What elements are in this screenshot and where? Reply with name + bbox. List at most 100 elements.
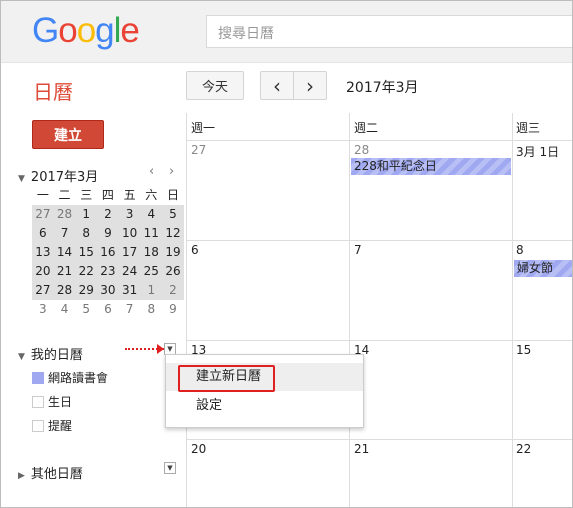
my-calendars-header[interactable]: ▼ 我的日曆 xyxy=(18,344,83,363)
day-header: 週二 xyxy=(354,121,379,135)
mini-day[interactable]: 25 xyxy=(140,262,162,281)
cell-date[interactable]: 15 xyxy=(516,343,531,357)
mini-day[interactable]: 29 xyxy=(75,281,97,300)
mini-week-row: 6 7 8 9 10 11 12 xyxy=(32,224,184,243)
expand-triangle-icon: ▶ xyxy=(18,471,25,481)
collapse-triangle-icon: ▼ xyxy=(18,352,25,362)
mini-day[interactable]: 1 xyxy=(75,205,97,224)
mini-day[interactable]: 2 xyxy=(97,205,119,224)
cell-date[interactable]: 7 xyxy=(354,243,362,257)
mini-weekday: 二 xyxy=(58,188,71,202)
event-chip[interactable]: 228和平紀念日 xyxy=(351,158,511,175)
mini-day[interactable]: 23 xyxy=(97,262,119,281)
calendar-item-label: 提醒 xyxy=(48,419,73,433)
mini-week-row: 27 28 1 2 3 4 5 xyxy=(32,205,184,224)
month-grid: 週一 週二 週三 27 28 3月 1日 228和平紀念日 6 7 8 婦女節 … xyxy=(186,113,572,507)
logo-letter: e xyxy=(120,11,139,50)
mini-next-button[interactable]: › xyxy=(169,164,174,179)
mini-calendar-month: 2017年3月 xyxy=(30,170,99,185)
mini-prev-button[interactable]: ‹ xyxy=(149,164,154,179)
cell-date[interactable]: 28 xyxy=(354,143,369,157)
calendar-item[interactable]: 網路讀書會 xyxy=(32,369,108,386)
mini-day[interactable]: 19 xyxy=(162,243,184,262)
grid-line xyxy=(186,340,572,341)
next-button[interactable]: › xyxy=(293,71,327,100)
mini-day[interactable]: 28 xyxy=(54,205,76,224)
mini-day[interactable]: 14 xyxy=(54,243,76,262)
mini-day[interactable]: 27 xyxy=(32,281,54,300)
mini-day[interactable]: 28 xyxy=(54,281,76,300)
day-header: 週三 xyxy=(516,121,541,135)
mini-day[interactable]: 24 xyxy=(119,262,141,281)
mini-calendar-title[interactable]: ▼ 2017年3月 xyxy=(18,166,98,185)
cell-date[interactable]: 3月 1日 xyxy=(516,143,559,160)
grid-line xyxy=(186,439,572,440)
mini-day[interactable]: 10 xyxy=(119,224,141,243)
mini-day[interactable]: 2 xyxy=(162,281,184,300)
mini-weekday: 四 xyxy=(101,188,114,202)
grid-line xyxy=(349,113,350,507)
mini-day[interactable]: 11 xyxy=(140,224,162,243)
mini-week-row: 3456789 xyxy=(32,300,184,319)
calendar-item[interactable]: 提醒 xyxy=(32,417,72,434)
mini-week-row: 20 21 22 23 24 25 26 xyxy=(32,262,184,281)
header: Google 搜尋日曆 xyxy=(1,1,572,63)
mini-day[interactable]: 5 xyxy=(75,300,97,319)
mini-weekday: 五 xyxy=(123,188,136,202)
date-range: 2017年3月 xyxy=(346,80,419,96)
mini-day[interactable]: 27 xyxy=(32,205,54,224)
app-frame: Google 搜尋日曆 日曆 今天 ‹ › 2017年3月 建立 ▼ 2017年3… xyxy=(0,0,573,508)
cell-date[interactable]: 8 xyxy=(516,243,524,257)
mini-day[interactable]: 12 xyxy=(162,224,184,243)
mini-day[interactable]: 6 xyxy=(32,224,54,243)
mini-day[interactable]: 7 xyxy=(54,224,76,243)
mini-day[interactable]: 4 xyxy=(54,300,76,319)
annotation-highlight-box xyxy=(178,365,275,392)
cell-date[interactable]: 20 xyxy=(191,442,206,456)
cell-date[interactable]: 22 xyxy=(516,442,531,456)
prev-button[interactable]: ‹ xyxy=(260,71,294,100)
cell-date[interactable]: 6 xyxy=(191,243,199,257)
other-calendars-dropdown-icon[interactable]: ▼ xyxy=(164,462,176,474)
event-chip[interactable]: 婦女節 xyxy=(514,260,572,277)
mini-day[interactable]: 3 xyxy=(119,205,141,224)
mini-day[interactable]: 20 xyxy=(32,262,54,281)
mini-day[interactable]: 17 xyxy=(119,243,141,262)
cell-date[interactable]: 27 xyxy=(191,143,206,157)
mini-day[interactable]: 5 xyxy=(162,205,184,224)
chevron-left-icon: ‹ xyxy=(273,73,281,98)
mini-day[interactable]: 8 xyxy=(75,224,97,243)
mini-day[interactable]: 26 xyxy=(162,262,184,281)
logo-letter: g xyxy=(95,11,114,50)
mini-day[interactable]: 4 xyxy=(140,205,162,224)
calendar-item-label: 生日 xyxy=(48,395,73,409)
search-input[interactable]: 搜尋日曆 xyxy=(206,15,572,48)
mini-day[interactable]: 9 xyxy=(162,300,184,319)
mini-day[interactable]: 6 xyxy=(97,300,119,319)
google-logo[interactable]: Google xyxy=(32,11,140,51)
annotation-arrow-head xyxy=(157,344,164,354)
calendar-color-swatch xyxy=(32,371,44,384)
mini-day[interactable]: 1 xyxy=(140,281,162,300)
mini-day[interactable]: 18 xyxy=(140,243,162,262)
today-button[interactable]: 今天 xyxy=(186,71,244,100)
other-calendars-title: 其他日曆 xyxy=(30,467,83,482)
mini-day[interactable]: 3 xyxy=(32,300,54,319)
cell-date[interactable]: 21 xyxy=(354,442,369,456)
other-calendars-header[interactable]: ▶ 其他日曆 xyxy=(18,463,83,482)
mini-day[interactable]: 31 xyxy=(119,281,141,300)
mini-day[interactable]: 8 xyxy=(140,300,162,319)
mini-day[interactable]: 13 xyxy=(32,243,54,262)
mini-day[interactable]: 22 xyxy=(75,262,97,281)
menu-item-settings[interactable]: 設定 xyxy=(166,392,363,420)
mini-day[interactable]: 9 xyxy=(97,224,119,243)
create-button[interactable]: 建立 xyxy=(32,120,104,149)
mini-day[interactable]: 7 xyxy=(119,300,141,319)
mini-day[interactable]: 15 xyxy=(75,243,97,262)
mini-day[interactable]: 21 xyxy=(54,262,76,281)
calendar-item[interactable]: 生日 xyxy=(32,393,72,410)
mini-day[interactable]: 16 xyxy=(97,243,119,262)
mini-day[interactable]: 30 xyxy=(97,281,119,300)
logo-letter: o xyxy=(76,11,96,50)
mini-calendar-grid: 一 二 三 四 五 六 日 27 28 1 2 3 4 5 6 7 8 9 10 11 12 13 14 15 1… xyxy=(32,186,184,319)
